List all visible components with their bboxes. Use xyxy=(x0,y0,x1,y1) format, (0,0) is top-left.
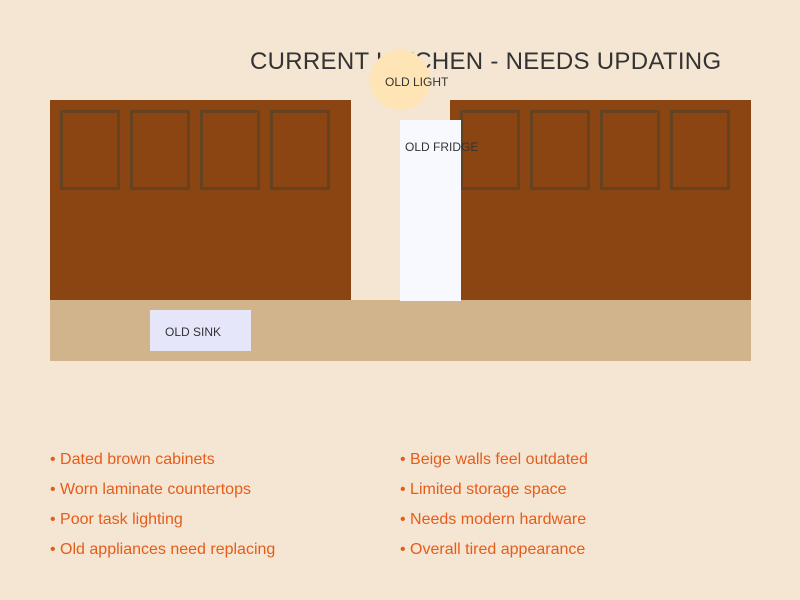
right-upper-cabinets xyxy=(450,100,751,300)
cabinet-door xyxy=(130,110,190,190)
fridge-label: OLD FRIDGE xyxy=(405,140,479,154)
issue-item: • Beige walls feel outdated xyxy=(400,451,588,468)
light-label: OLD LIGHT xyxy=(385,75,449,89)
cabinet-door xyxy=(530,110,590,190)
issue-item: • Old appliances need replacing xyxy=(50,541,276,558)
issue-item: • Needs modern hardware xyxy=(400,511,587,528)
sink-label: OLD SINK xyxy=(165,325,222,339)
issue-item: • Overall tired appearance xyxy=(400,541,586,558)
cabinet-door xyxy=(670,110,730,190)
page-title: CURRENT KITCHEN - NEEDS UPDATING xyxy=(250,48,722,75)
issue-item: • Limited storage space xyxy=(400,481,567,498)
issue-item: • Worn laminate countertops xyxy=(50,481,251,498)
cabinet-door xyxy=(200,110,260,190)
issue-item: • Dated brown cabinets xyxy=(50,451,215,468)
cabinet-door xyxy=(600,110,660,190)
left-upper-cabinets xyxy=(50,100,351,300)
cabinet-door xyxy=(270,110,330,190)
cabinet-door xyxy=(60,110,120,190)
issue-item: • Poor task lighting xyxy=(50,511,183,528)
